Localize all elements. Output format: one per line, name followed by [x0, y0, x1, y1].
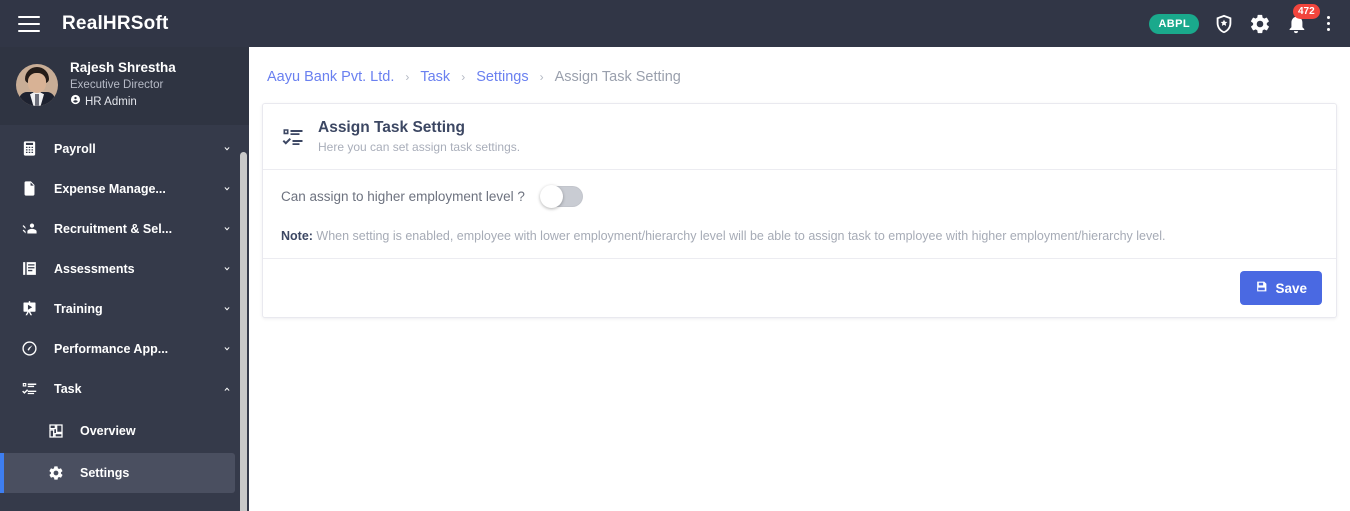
- sidebar-scrollbar[interactable]: [240, 152, 247, 511]
- user-profile[interactable]: Rajesh Shrestha Executive Director HR Ad…: [0, 47, 249, 125]
- task-list-icon: [281, 125, 307, 149]
- chevron-up-icon[interactable]: [221, 383, 233, 395]
- breadcrumb-separator: ›: [539, 70, 544, 84]
- gear-icon[interactable]: [1249, 13, 1271, 35]
- assign-higher-level-label: Can assign to higher employment level ?: [281, 188, 525, 204]
- sidebar-item-expense-management[interactable]: Expense Manage...: [0, 169, 249, 209]
- checklist-icon: [18, 380, 40, 397]
- sidebar-item-label: Payroll: [54, 141, 96, 156]
- note-body: When setting is enabled, employee with l…: [312, 228, 1166, 243]
- chevron-down-icon[interactable]: [221, 263, 233, 275]
- sidebar-item-settings[interactable]: Settings: [0, 452, 235, 493]
- breadcrumb-item-settings[interactable]: Settings: [476, 69, 528, 85]
- app-brand: RealHRSoft: [62, 12, 169, 34]
- shield-star-icon[interactable]: [1213, 13, 1235, 35]
- chevron-down-icon[interactable]: [221, 183, 233, 195]
- sidebar-item-label: Recruitment & Sel...: [54, 221, 173, 236]
- user-role: Executive Director: [70, 79, 164, 92]
- sidebar-item-label: Expense Manage...: [54, 181, 166, 196]
- sidebar-item-task[interactable]: Task: [0, 369, 249, 409]
- user-tag-label: HR Admin: [85, 96, 137, 109]
- breadcrumb-item-task[interactable]: Task: [420, 69, 450, 85]
- card-footer: Save: [263, 258, 1336, 317]
- sidebar: Rajesh Shrestha Executive Director HR Ad…: [0, 47, 249, 511]
- save-button[interactable]: Save: [1240, 271, 1322, 306]
- calculator-icon: [18, 140, 40, 157]
- user-tag: HR Admin: [70, 94, 176, 110]
- sidebar-subitem-label: Overview: [80, 423, 136, 438]
- breadcrumb-separator: ›: [405, 70, 410, 84]
- chevron-down-icon[interactable]: [221, 143, 233, 155]
- notifications[interactable]: 472: [1285, 3, 1320, 35]
- note-text: Note: When setting is enabled, employee …: [281, 227, 1318, 246]
- breadcrumb-separator: ›: [461, 70, 466, 84]
- presentation-icon: [18, 300, 40, 317]
- sidebar-scrollbar-thumb[interactable]: [240, 152, 247, 511]
- clipboard-icon: [18, 260, 40, 277]
- speedometer-icon: [18, 340, 40, 357]
- chevron-down-icon[interactable]: [221, 343, 233, 355]
- sidebar-item-training[interactable]: Training: [0, 289, 249, 329]
- sidebar-subitem-label: Settings: [80, 465, 130, 480]
- vertical-dots-icon[interactable]: [1321, 14, 1336, 33]
- toggle-knob: [539, 184, 563, 208]
- org-badge[interactable]: ABPL: [1149, 13, 1199, 34]
- note-label: Note:: [281, 228, 313, 243]
- card-header: Assign Task Setting Here you can set ass…: [263, 104, 1336, 170]
- sidebar-menu: Payroll Expense Manage... Recruitment & …: [0, 125, 249, 493]
- topbar-actions: ABPL 472: [1149, 3, 1336, 35]
- card-title: Assign Task Setting: [318, 119, 465, 136]
- hamburger-menu-icon[interactable]: [18, 15, 40, 32]
- sidebar-item-label: Task: [54, 381, 82, 396]
- sidebar-item-performance-appraisal[interactable]: Performance App...: [0, 329, 249, 369]
- notification-count-badge: 472: [1293, 3, 1320, 19]
- user-name: Rajesh Shrestha: [70, 60, 176, 75]
- breadcrumb-current: Assign Task Setting: [554, 69, 681, 85]
- sidebar-item-assessments[interactable]: Assessments: [0, 249, 249, 289]
- assign-higher-level-toggle[interactable]: [539, 184, 583, 208]
- sidebar-item-label: Performance App...: [54, 341, 169, 356]
- user-badge-icon: [70, 94, 81, 110]
- document-icon: [18, 180, 40, 197]
- save-disk-icon: [1255, 280, 1268, 296]
- card-body: Can assign to higher employment level ? …: [263, 170, 1336, 259]
- top-bar: RealHRSoft ABPL 472: [0, 0, 1350, 47]
- sidebar-item-label: Assessments: [54, 261, 135, 276]
- breadcrumb: Aayu Bank Pvt. Ltd. › Task › Settings › …: [249, 47, 1350, 103]
- assign-task-setting-card: Assign Task Setting Here you can set ass…: [262, 103, 1337, 319]
- breadcrumb-item-company[interactable]: Aayu Bank Pvt. Ltd.: [267, 69, 394, 85]
- sidebar-item-payroll[interactable]: Payroll: [0, 129, 249, 169]
- card-subtitle: Here you can set assign task settings.: [318, 139, 521, 154]
- sidebar-item-recruitment-selection[interactable]: Recruitment & Sel...: [0, 209, 249, 249]
- save-button-label: Save: [1275, 280, 1307, 296]
- avatar: [16, 63, 58, 106]
- sidebar-item-overview[interactable]: Overview: [0, 411, 235, 451]
- gear-icon: [46, 465, 66, 481]
- people-icon: [18, 220, 40, 237]
- main-content: Aayu Bank Pvt. Ltd. › Task › Settings › …: [249, 47, 1350, 511]
- app-root: RealHRSoft ABPL 472 Rajesh Shrestha Exec…: [0, 0, 1350, 511]
- sidebar-item-label: Training: [54, 301, 103, 316]
- chevron-down-icon[interactable]: [221, 223, 233, 235]
- chevron-down-icon[interactable]: [221, 303, 233, 315]
- grid-icon: [46, 423, 66, 439]
- assign-higher-level-row: Can assign to higher employment level ?: [281, 184, 1318, 208]
